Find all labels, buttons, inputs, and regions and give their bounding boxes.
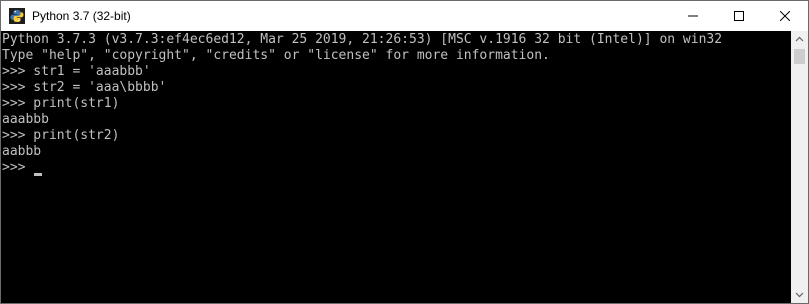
console-window: Python 3.7 (32-bit) Python 3.7.3 (v3.7.3… [0, 0, 809, 304]
maximize-button[interactable] [716, 1, 762, 31]
chevron-up-icon [795, 36, 804, 42]
close-icon [780, 11, 790, 21]
console-prompt-line: >>> [2, 160, 34, 175]
vertical-scrollbar[interactable] [791, 31, 808, 303]
minimize-icon [688, 15, 698, 17]
console-line: >>> str2 = 'aaa\bbbb' [2, 80, 167, 95]
console-line: >>> str1 = 'aaabbb' [2, 64, 151, 79]
close-button[interactable] [762, 1, 808, 31]
scroll-up-button[interactable] [791, 31, 808, 48]
title-bar[interactable]: Python 3.7 (32-bit) [1, 1, 808, 31]
window-title: Python 3.7 (32-bit) [32, 9, 131, 23]
console-lines: Python 3.7.3 (v3.7.3:ef4ec6ed12, Mar 25 … [2, 32, 722, 176]
console-line: aaabbb [2, 112, 49, 127]
console-output[interactable]: Python 3.7.3 (v3.7.3:ef4ec6ed12, Mar 25 … [1, 31, 791, 303]
chevron-down-icon [795, 292, 804, 298]
console-line: Python 3.7.3 (v3.7.3:ef4ec6ed12, Mar 25 … [2, 32, 723, 47]
console-line: >>> print(str1) [2, 96, 120, 111]
console-line: >>> print(str2) [2, 128, 120, 143]
scroll-down-button[interactable] [791, 286, 808, 303]
console-line: Type "help", "copyright", "credits" or "… [2, 48, 550, 63]
text-cursor [34, 173, 42, 176]
python-icon [9, 8, 25, 24]
scrollbar-thumb[interactable] [794, 49, 805, 64]
maximize-icon [734, 11, 744, 21]
console-line: aabbb [2, 144, 42, 159]
minimize-button[interactable] [670, 1, 716, 31]
